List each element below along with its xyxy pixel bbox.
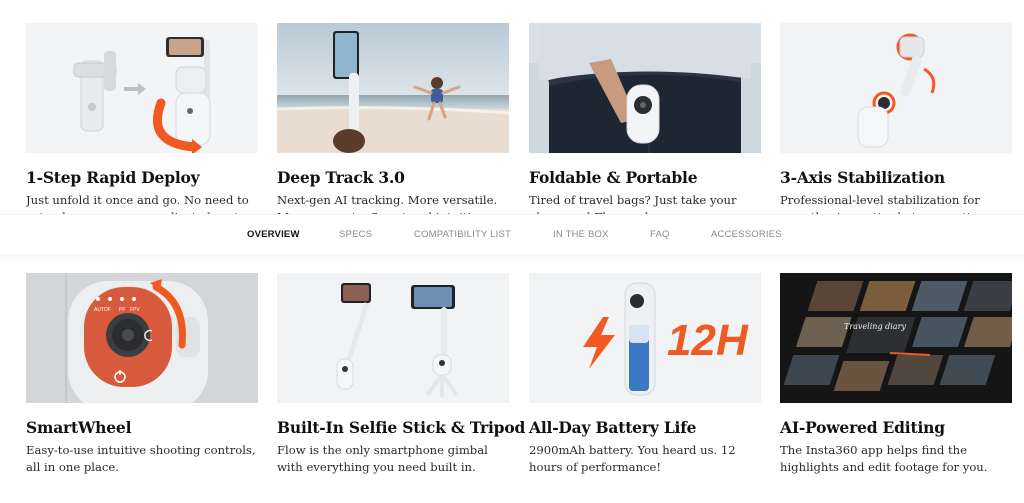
feature-card-selfie-stick: Built-In Selfie Stick & Tripod Flow is t… [277,273,525,474]
card-description: Easy-to-use intuitive shooting controls,… [26,443,256,474]
tab-overview[interactable]: OVERVIEW [247,229,300,240]
tab-specs[interactable]: SPECS [339,229,372,240]
traveling-diary-label: Traveling diary [844,322,906,331]
mode-label-auto: AUTO [94,307,108,313]
mode-label-pf: PF [119,307,125,313]
deep-track-image [277,23,509,153]
feature-card-rapid-deploy: 1-Step Rapid Deploy Just unfold it once … [26,23,258,222]
tab-accessories[interactable]: ACCESSORIES [711,229,782,240]
card-description: Flow is the only smartphone gimbal with … [277,443,488,474]
battery-image: 12H [529,273,761,403]
feature-card-smartwheel: AUTO F PF FPV SmartWheel Easy-to-use int… [26,273,258,474]
card-title: 1-Step Rapid Deploy [26,168,200,187]
tab-in-the-box[interactable]: IN THE BOX [553,229,609,240]
foldable-image [529,23,761,153]
card-title: All-Day Battery Life [529,418,697,437]
card-description: The Insta360 app helps find the highligh… [780,443,988,474]
feature-card-stabilization: 3-Axis Stabilization Professional-level … [780,23,1012,222]
card-description: 2900mAh battery. You heard us. 12 hours … [529,443,736,474]
selfie-stick-image [277,273,509,403]
feature-card-ai-editing: Traveling diary AI-Powered Editing The I… [780,273,1012,474]
feature-card-battery: 12H All-Day Battery Life 2900mAh battery… [529,273,761,474]
card-title: 3-Axis Stabilization [780,168,945,187]
card-title: Built-In Selfie Stick & Tripod [277,418,526,437]
mode-label-f: F [108,307,111,313]
feature-card-deep-track: Deep Track 3.0 Next-gen AI tracking. Mor… [277,23,509,222]
stabilization-image [780,23,1012,153]
tab-compatibility-list[interactable]: COMPATIBILITY LIST [414,229,511,240]
card-title: SmartWheel [26,418,132,437]
feature-card-foldable: Foldable & Portable Tired of travel bags… [529,23,761,222]
battery-hours-badge: 12H [667,316,749,365]
tab-faq[interactable]: FAQ [650,229,670,240]
card-title: Deep Track 3.0 [277,168,405,187]
card-title: AI-Powered Editing [780,418,945,437]
ai-editing-image: Traveling diary [780,273,1012,403]
rapid-deploy-image [26,23,258,153]
smartwheel-image: AUTO F PF FPV [26,273,258,403]
mode-label-fpv: FPV [130,307,140,313]
card-title: Foldable & Portable [529,168,698,187]
section-tab-bar: OVERVIEW SPECS COMPATIBILITY LIST IN THE… [0,214,1024,254]
